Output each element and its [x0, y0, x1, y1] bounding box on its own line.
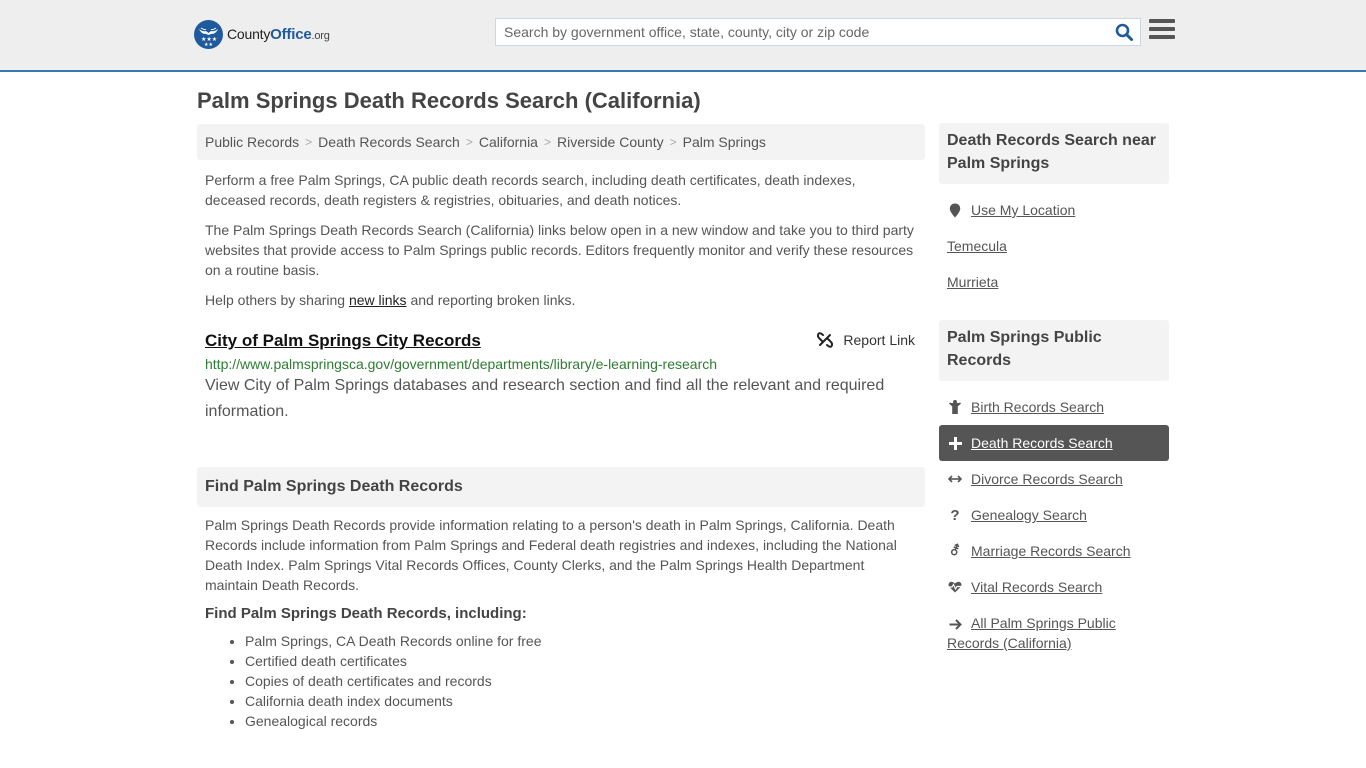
- find-section-heading: Find Palm Springs Death Records: [197, 467, 925, 507]
- find-section-body: Palm Springs Death Records provide infor…: [197, 515, 925, 731]
- search-icon: [1115, 23, 1133, 41]
- breadcrumb-separator: >: [543, 135, 551, 149]
- breadcrumb-california[interactable]: California: [479, 134, 538, 150]
- heartbeat-icon: [947, 581, 963, 593]
- sidebar-item-genealogy[interactable]: ? Genealogy Search: [939, 497, 1169, 533]
- sidebar-item-divorce-records[interactable]: Divorce Records Search: [939, 461, 1169, 497]
- map-marker-icon: [947, 203, 963, 218]
- arrows-horizontal-icon: [947, 474, 963, 484]
- report-link-button[interactable]: Report Link: [817, 332, 915, 348]
- breadcrumb-riverside-county[interactable]: Riverside County: [557, 134, 664, 150]
- resource-link-card: City of Palm Springs City Records Report…: [197, 328, 925, 425]
- new-links-link[interactable]: new links: [349, 292, 407, 308]
- resource-link-description: View City of Palm Springs databases and …: [205, 377, 885, 420]
- site-header: ★★★ ★★ CountyOffice.org: [0, 0, 1366, 72]
- sidebar-use-my-location[interactable]: Use My Location: [939, 192, 1169, 228]
- breadcrumb-separator: >: [305, 135, 313, 149]
- sidebar-item-all-public-records[interactable]: All Palm Springs Public Records (Califor…: [939, 613, 1169, 653]
- hamburger-menu-icon[interactable]: [1149, 19, 1175, 43]
- unlink-icon: [817, 332, 834, 348]
- intro-paragraph-2: The Palm Springs Death Records Search (C…: [205, 222, 914, 278]
- sidebar-item-vital-records[interactable]: Vital Records Search: [939, 569, 1169, 605]
- breadcrumb-separator: >: [465, 135, 473, 149]
- find-section-subheading: Find Palm Springs Death Records, includi…: [205, 605, 527, 622]
- breadcrumb-death-records-search[interactable]: Death Records Search: [318, 134, 460, 150]
- sidebar-nearby-heading: Death Records Search near Palm Springs: [939, 123, 1169, 184]
- breadcrumb-separator: >: [669, 135, 677, 149]
- sidebar-item-death-records[interactable]: Death Records Search: [939, 425, 1169, 461]
- sidebar-city-murrieta[interactable]: Murrieta: [939, 264, 1169, 300]
- question-icon: ?: [950, 506, 960, 524]
- list-item: Palm Springs, CA Death Records online fo…: [245, 631, 925, 651]
- svg-text:★★: ★★: [204, 42, 213, 48]
- breadcrumb-public-records[interactable]: Public Records: [205, 134, 299, 150]
- breadcrumb: Public Records > Death Records Search > …: [197, 124, 925, 160]
- list-item: Certified death certificates: [245, 651, 925, 671]
- sidebar-item-marriage-records[interactable]: ⚦ Marriage Records Search: [939, 533, 1169, 569]
- list-item: California death index documents: [245, 691, 925, 711]
- find-section-paragraph: Palm Springs Death Records provide infor…: [205, 517, 897, 593]
- child-icon: [947, 400, 963, 414]
- page-title: Palm Springs Death Records Search (Calif…: [197, 88, 701, 113]
- sidebar-public-records-heading: Palm Springs Public Records: [939, 320, 1169, 381]
- intro-paragraph-3: Help others by sharing new links and rep…: [205, 292, 576, 308]
- resource-link-url: http://www.palmspringsca.gov/government/…: [205, 356, 718, 372]
- arrow-right-icon: [947, 619, 963, 630]
- sidebar-city-temecula[interactable]: Temecula: [939, 228, 1169, 264]
- list-item: Copies of death certificates and records: [245, 671, 925, 691]
- list-item: Genealogical records: [245, 711, 925, 731]
- intro-section: Perform a free Palm Springs, CA public d…: [197, 170, 925, 320]
- site-logo[interactable]: ★★★ ★★ CountyOffice.org: [194, 20, 330, 49]
- plus-icon: [947, 436, 963, 450]
- site-search: [495, 18, 1141, 46]
- search-button[interactable]: [1108, 19, 1140, 45]
- venus-mars-icon: ⚦: [949, 543, 961, 558]
- intro-paragraph-1: Perform a free Palm Springs, CA public d…: [205, 172, 856, 208]
- resource-link-title[interactable]: City of Palm Springs City Records: [205, 331, 481, 351]
- search-input[interactable]: [496, 19, 1108, 45]
- breadcrumb-palm-springs[interactable]: Palm Springs: [683, 134, 766, 150]
- logo-text: CountyOffice.org: [227, 26, 330, 43]
- eagle-logo-icon: ★★★ ★★: [194, 20, 223, 49]
- find-records-list: Palm Springs, CA Death Records online fo…: [197, 631, 925, 731]
- sidebar-item-birth-records[interactable]: Birth Records Search: [939, 389, 1169, 425]
